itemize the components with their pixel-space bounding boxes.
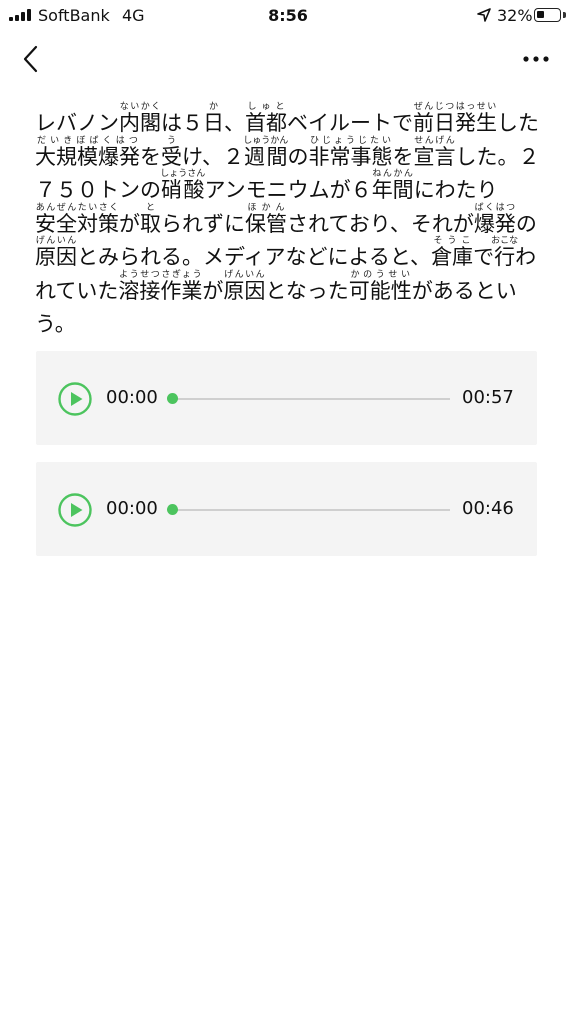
text-run: は５: [161, 111, 203, 135]
furigana: しょうさん: [160, 169, 206, 179]
text-run: られずに: [161, 211, 245, 236]
play-icon[interactable]: [58, 382, 92, 416]
more-dots-icon: [523, 56, 549, 62]
battery-icon: [534, 8, 561, 22]
kanji-with-reading: 年間ねんかん: [371, 169, 414, 203]
kanji-with-reading: 安全対策あんぜんたいさく: [35, 202, 119, 236]
kanji-with-reading: 週間しゅうかん: [243, 135, 289, 169]
current-time: 00:00: [106, 498, 158, 519]
audio-player-2: 00:00 00:46: [36, 462, 537, 556]
kanji-with-reading: 溶接作業ようせつさぎょう: [118, 269, 203, 303]
text-run: した: [497, 111, 539, 135]
kanji-with-reading: 内閣ないかく: [119, 102, 161, 136]
text-run: にわたり: [413, 178, 498, 202]
text-run: レバノン: [35, 111, 119, 135]
furigana: かのうせい: [348, 269, 412, 280]
furigana: げんいん: [223, 269, 266, 280]
text-run: を: [140, 144, 161, 169]
kanji-with-reading: 原因げんいん: [35, 236, 77, 270]
kanji-with-reading: 非常事態ひじょうじたい: [308, 135, 393, 169]
text-run: とみられる。メディアなどによると、: [77, 245, 432, 269]
furigana: しゅと: [245, 102, 287, 112]
text-run: されており、それが: [287, 211, 474, 236]
furigana: ないかく: [119, 102, 161, 112]
furigana: あんぜんたいさく: [35, 202, 119, 213]
status-bar: SoftBank 4G 8:56 32%: [0, 0, 576, 32]
text-run: 、: [224, 111, 245, 135]
text-run: を: [392, 144, 414, 169]
duration: 00:46: [462, 498, 514, 519]
chevron-left-icon: [23, 45, 38, 73]
progress-knob[interactable]: [167, 504, 178, 515]
furigana: う: [161, 135, 182, 146]
kanji-with-reading: 宣言せんげん: [413, 135, 456, 169]
text-run: が: [119, 211, 140, 236]
furigana: ねんかん: [371, 169, 414, 179]
text-run: が: [202, 278, 224, 303]
current-time: 00:00: [106, 387, 158, 408]
kanji-with-reading: 保管ほかん: [245, 202, 287, 236]
article-text: レバノン内閣ないかくは５日か、首都しゅとベイルートで前日発生ぜんじつはっせいした…: [35, 102, 540, 342]
play-icon[interactable]: [58, 493, 92, 527]
furigana: ばくはつ: [473, 202, 516, 213]
text-run: ベイルートで: [287, 111, 413, 135]
more-options-button[interactable]: [514, 44, 558, 74]
battery-percent: 32%: [497, 6, 533, 25]
furigana: おこな: [491, 236, 519, 246]
kanji-with-reading: 首都しゅと: [245, 102, 287, 136]
kanji-with-reading: 行おこな: [491, 236, 519, 270]
furigana: ようせつさぎょう: [118, 269, 203, 280]
text-run: となった: [265, 278, 349, 303]
furigana: せんげん: [413, 135, 456, 146]
progress-track[interactable]: [173, 398, 450, 400]
furigana: ぜんじつはっせい: [413, 102, 497, 112]
audio-player-1: 00:00 00:57: [36, 351, 537, 445]
furigana: か: [203, 102, 224, 112]
kanji-with-reading: 取と: [140, 202, 161, 236]
kanji-with-reading: 受う: [161, 135, 182, 169]
furigana: ひじょうじたい: [308, 135, 393, 146]
furigana: しゅうかん: [243, 135, 289, 146]
kanji-with-reading: 硝酸しょうさん: [160, 169, 206, 203]
text-run: の: [287, 144, 309, 169]
text-run: け、２: [182, 144, 244, 169]
furigana: げんいん: [35, 236, 77, 246]
furigana: ほかん: [245, 202, 287, 213]
kanji-with-reading: 前日発生ぜんじつはっせい: [413, 102, 497, 136]
back-button[interactable]: [16, 42, 48, 76]
kanji-with-reading: 倉庫そうこ: [431, 236, 474, 270]
progress-track[interactable]: [173, 509, 450, 511]
furigana: だいきぼばくはつ: [35, 135, 140, 146]
text-run: アンモニウムが６: [204, 178, 372, 202]
kanji-with-reading: 原因げんいん: [223, 269, 266, 303]
battery-level: [537, 11, 544, 18]
furigana: と: [140, 202, 161, 213]
duration: 00:57: [462, 387, 514, 408]
text-run: の: [515, 211, 537, 236]
progress-knob[interactable]: [167, 393, 178, 404]
kanji-with-reading: 大規模爆発だいきぼばくはつ: [35, 135, 140, 169]
battery-tip: [563, 12, 566, 18]
furigana: そうこ: [431, 236, 474, 246]
kanji-with-reading: 日か: [203, 102, 224, 136]
location-arrow-icon: [477, 8, 491, 22]
kanji-with-reading: 爆発ばくはつ: [473, 202, 516, 236]
kanji-with-reading: 可能性かのうせい: [348, 269, 412, 303]
